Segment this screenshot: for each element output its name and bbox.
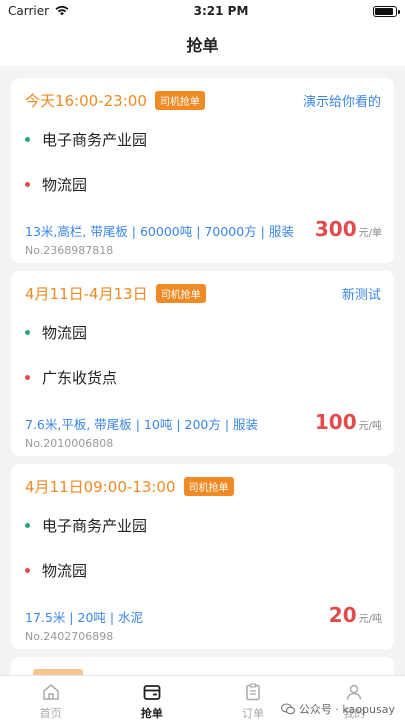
status-time: 3:21 PM <box>193 4 249 18</box>
tab-home[interactable]: 首页 <box>0 676 101 727</box>
pickup-location: 电子商务产业园 <box>42 131 148 149</box>
tab-orders-label: 订单 <box>242 707 265 720</box>
pickup-dot-icon <box>25 523 30 528</box>
order-card-header: 4月11日-4月13日 司机抢单 新测试 <box>25 283 381 304</box>
order-list[interactable]: 今天16:00-23:00 司机抢单 演示给你看的 电子商务产业园 物流园 13… <box>0 70 405 675</box>
dropoff-stop: 广东收货点 <box>25 367 381 388</box>
pickup-stop: 电子商务产业园 <box>25 515 381 536</box>
order-price: 20 元/吨 <box>329 603 382 627</box>
order-time: 4月11日09:00-13:00 <box>25 478 176 496</box>
dropoff-dot-icon <box>25 182 30 187</box>
price-unit: 元/单 <box>358 228 382 239</box>
pickup-location: 电子商务产业园 <box>42 517 148 535</box>
price-value: 20 <box>328 603 357 627</box>
tab-home-label: 首页 <box>39 707 62 720</box>
tab-grab[interactable]: 抢单 <box>101 676 202 727</box>
order-price: 100 元/吨 <box>315 410 382 434</box>
wallet-icon <box>143 685 161 700</box>
wifi-icon <box>55 6 69 16</box>
price-unit: 元/吨 <box>358 614 382 625</box>
user-icon <box>347 684 362 700</box>
order-tag: 司机抢单 <box>183 477 234 496</box>
watermark-text: 公众号 · kaopusay <box>298 703 395 716</box>
clipboard-icon <box>246 683 260 701</box>
order-time: 今天16:00-23:00 <box>25 92 147 110</box>
watermark: 公众号 · kaopusay <box>280 701 395 717</box>
tab-grab-label: 抢单 <box>140 707 163 720</box>
order-card-header: 今天16:00-23:00 司机抢单 演示给你看的 <box>25 90 381 111</box>
carrier-label: Carrier <box>8 4 50 18</box>
dropoff-stop: 物流园 <box>25 560 381 581</box>
pickup-stop: 物流园 <box>25 322 381 343</box>
status-left: Carrier <box>8 4 69 18</box>
battery-icon <box>373 5 400 17</box>
order-card[interactable]: 4月11日09:00-13:00 司机抢单 电子商务产业园 物流园 17.5米 … <box>11 464 394 649</box>
dropoff-location: 物流园 <box>42 176 88 194</box>
order-number: No.2402706898 <box>25 630 114 643</box>
pickup-stop: 电子商务产业园 <box>25 129 381 150</box>
pickup-location: 物流园 <box>42 324 88 342</box>
order-price: 300 元/单 <box>315 217 382 241</box>
nav-bar: 抢单 <box>0 22 405 66</box>
dropoff-location: 广东收货点 <box>42 369 118 387</box>
price-unit: 元/吨 <box>358 421 382 432</box>
dropoff-location: 物流园 <box>42 562 88 580</box>
wechat-icon <box>280 703 295 715</box>
order-specs: 17.5米 | 20吨 | 水泥 <box>25 610 144 625</box>
order-title: 新测试 <box>341 288 381 303</box>
order-card[interactable]: 今天16:00-23:00 司机抢单 演示给你看的 电子商务产业园 物流园 13… <box>11 78 394 263</box>
order-number: No.2010006808 <box>25 437 114 450</box>
order-tag: 司机抢单 <box>155 284 206 303</box>
pickup-dot-icon <box>25 137 30 142</box>
status-bar: Carrier 3:21 PM <box>0 0 405 22</box>
order-title: 演示给你看的 <box>302 95 381 110</box>
price-value: 100 <box>314 410 357 434</box>
dropoff-dot-icon <box>25 375 30 380</box>
pickup-dot-icon <box>25 330 30 335</box>
dropoff-stop: 物流园 <box>25 174 381 195</box>
order-card-partial[interactable] <box>11 657 394 675</box>
order-card[interactable]: 4月11日-4月13日 司机抢单 新测试 物流园 广东收货点 7.6米,平板, … <box>11 271 394 456</box>
price-value: 300 <box>314 217 357 241</box>
order-number: No.2368987818 <box>25 244 114 257</box>
order-card-header: 4月11日09:00-13:00 司机抢单 <box>25 476 381 497</box>
order-time: 4月11日-4月13日 <box>25 285 148 303</box>
home-icon <box>42 684 59 700</box>
page-title: 抢单 <box>186 36 219 55</box>
order-tag: 司机抢单 <box>154 91 205 110</box>
dropoff-dot-icon <box>25 568 30 573</box>
